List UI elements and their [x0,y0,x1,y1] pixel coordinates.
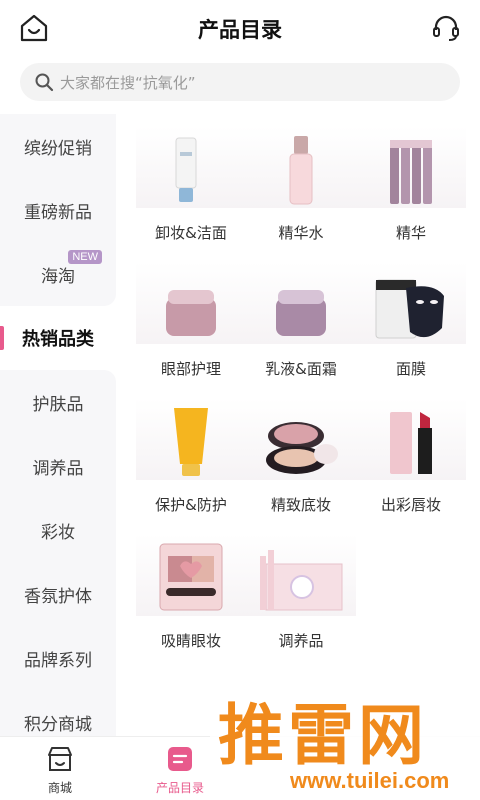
header: 产品目录 [0,0,480,56]
sidebar-item-label: 缤纷促销 [24,138,92,159]
product-eye-care[interactable]: 眼部护理 [136,262,246,382]
product-label: 眼部护理 [160,360,221,378]
product-lip-makeup[interactable]: 出彩唇妆 [356,398,466,518]
product-eye-makeup[interactable]: 吸睛眼妆 [136,534,246,654]
sidebar-item-label: 护肤品 [32,394,84,415]
sidebar-item-label: 调养品 [32,458,84,479]
watermark: 推雷网 www.tuilei.com [210,680,480,800]
sidebar-item-new[interactable]: 重磅新品 [0,178,116,242]
product-sun-protection[interactable]: 保护&防护 [136,398,246,518]
product-base-makeup[interactable]: 精致底妆 [246,398,356,518]
sidebar-item-label: 海淘 [41,266,75,287]
eye-cream-jar-image [136,262,246,344]
sidebar-item-hot[interactable]: 热销品类 [0,306,116,370]
cream-jar-image [246,262,356,344]
serum-vials-image [356,126,466,208]
product-label: 精华 [395,224,426,242]
sunscreen-tube-image [136,398,246,480]
sidebar-item-supplement[interactable]: 调养品 [0,434,116,498]
sidebar-item-points[interactable]: 积分商城 [0,690,116,736]
search-icon [34,72,54,92]
product-cleanser[interactable]: 卸妆&洁面 [136,126,246,246]
cleanser-tube-image [136,126,246,208]
search-bar[interactable]: 大家都在搜“抗氧化” [20,63,460,101]
product-label: 乳液&面霜 [265,360,337,378]
page-title: 产品目录 [198,18,282,42]
product-label: 调养品 [278,632,324,650]
product-label: 出彩唇妆 [380,496,441,514]
product-label: 精致底妆 [270,496,331,514]
product-label: 保护&防护 [155,496,227,514]
product-serum[interactable]: 精华 [356,126,466,246]
tab-store[interactable]: 商城 [2,737,118,800]
product-label: 卸妆&洁面 [155,224,227,242]
lipstick-image [356,398,466,480]
sidebar-item-label: 彩妆 [41,522,75,543]
sidebar-item-makeup[interactable]: 彩妆 [0,498,116,562]
category-sidebar: 缤纷促销 重磅新品 海淘 NEW 热销品类 护肤品 调养品 彩妆 香氛护体 品牌… [0,114,116,736]
store-icon [46,745,74,773]
sidebar-item-label: 香氛护体 [24,586,92,607]
sidebar-item-brand[interactable]: 品牌系列 [0,626,116,690]
tab-label: 商城 [47,781,72,795]
product-essence-water[interactable]: 精华水 [246,126,356,246]
sidebar-item-label: 热销品类 [22,329,94,350]
sidebar-item-fragrance[interactable]: 香氛护体 [0,562,116,626]
new-badge: NEW [68,250,102,264]
sidebar-item-label: 积分商城 [24,714,92,735]
sidebar-item-label: 重磅新品 [24,202,92,223]
sidebar-item-overseas[interactable]: 海淘 NEW [0,242,116,306]
product-label: 精华水 [278,224,324,242]
product-lotion-cream[interactable]: 乳液&面霜 [246,262,356,382]
product-label: 面膜 [395,360,426,378]
cushion-compact-image [246,398,356,480]
catalog-icon [166,745,194,773]
sidebar-item-skincare[interactable]: 护肤品 [0,370,116,434]
search-placeholder: 大家都在搜“抗氧化” [60,73,196,92]
watermark-url: www.tuilei.com [290,768,450,793]
face-mask-image [356,262,466,344]
watermark-logo-text: 推雷网 [218,697,428,774]
sidebar-item-promo[interactable]: 缤纷促销 [0,114,116,178]
essence-water-bottle-image [246,126,356,208]
product-supplement[interactable]: 调养品 [246,534,356,654]
sidebar-item-label: 品牌系列 [24,650,92,671]
eyeshadow-palette-image [136,534,246,616]
product-label: 吸睛眼妆 [160,632,221,650]
supplement-box-image [246,534,356,616]
headset-icon[interactable] [430,12,462,44]
product-mask[interactable]: 面膜 [356,262,466,382]
